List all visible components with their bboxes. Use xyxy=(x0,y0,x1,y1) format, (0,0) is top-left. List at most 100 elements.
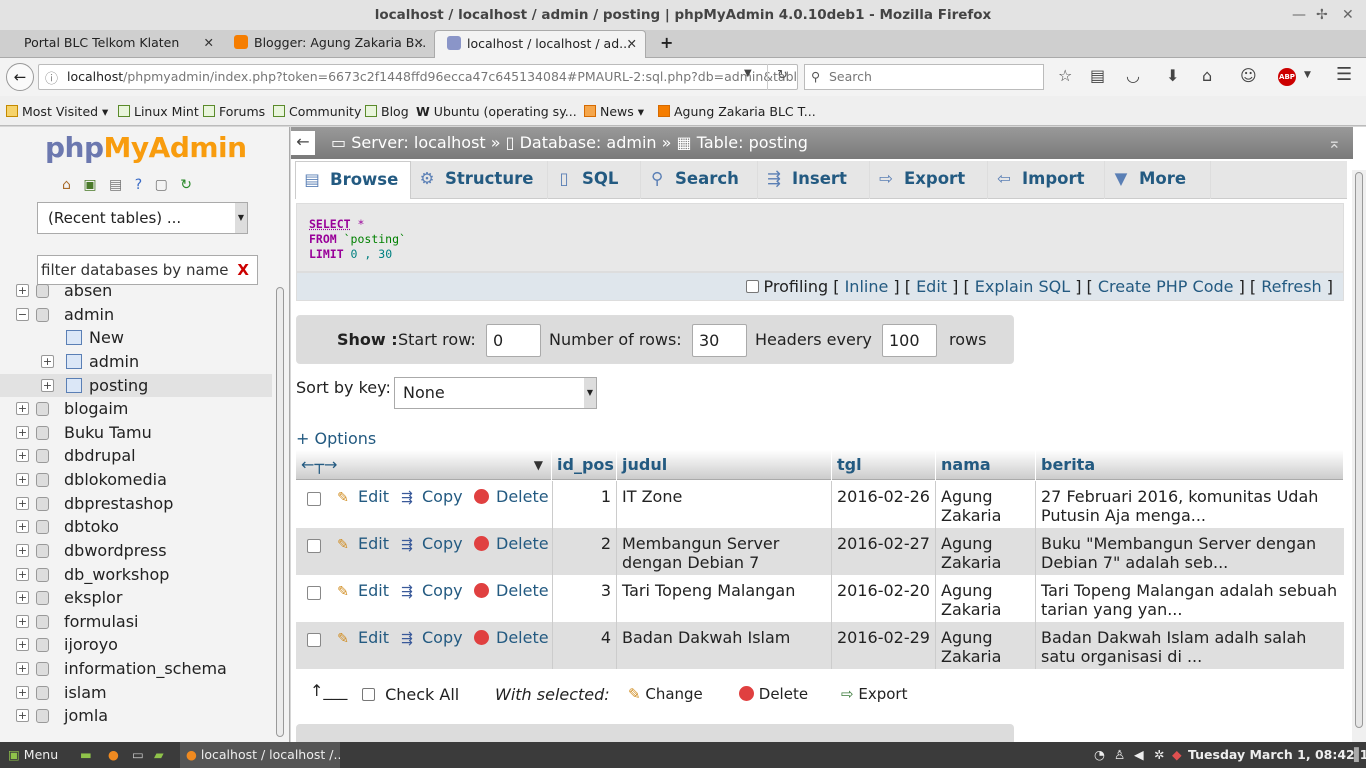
tree-database-dbdrupal[interactable]: + dbdrupal xyxy=(0,444,272,467)
expand-icon[interactable]: + xyxy=(16,497,29,510)
cell-nama[interactable]: Agung Zakaria xyxy=(936,575,1036,622)
column-header-berita[interactable]: berita xyxy=(1036,450,1344,480)
tree-database-dbtoko[interactable]: + dbtoko xyxy=(0,515,272,538)
user-icon[interactable]: ♙ xyxy=(1114,742,1125,768)
check-all-control[interactable]: Check All xyxy=(362,685,459,704)
tree-database-dbwordpress[interactable]: + dbwordpress xyxy=(0,539,272,562)
sidebar-scrollbar[interactable] xyxy=(274,287,286,742)
phpmyadmin-logo[interactable]: phpMyAdmin xyxy=(45,131,247,164)
maximize-icon[interactable]: ✢ xyxy=(1316,0,1328,30)
change-button[interactable]: ✎ Change xyxy=(628,685,703,703)
tab-more[interactable]: ▼ More xyxy=(1105,161,1211,199)
row-delete-link[interactable]: Delete xyxy=(472,487,549,508)
clock[interactable]: Tuesday March 1, 08:42:18 xyxy=(1188,742,1366,768)
home-icon[interactable]: ⌂ xyxy=(62,177,71,193)
tree-database-jomla[interactable]: + jomla xyxy=(0,704,272,727)
row-copy-link[interactable]: ⇶ Copy xyxy=(398,487,462,508)
tab-insert[interactable]: ⇶ Insert xyxy=(758,161,870,199)
tree-database-dblokomedia[interactable]: + dblokomedia xyxy=(0,468,272,491)
tree-table-admin[interactable]: + admin xyxy=(0,350,272,373)
reload-button[interactable]: ↻ xyxy=(767,64,797,90)
cell-id-pos[interactable]: 3 xyxy=(552,575,617,622)
row-edit-link[interactable]: ✎ Edit xyxy=(334,487,389,508)
cell-berita[interactable]: Tari Topeng Malangan adalah sebuah taria… xyxy=(1036,575,1344,622)
show-desktop-icon[interactable]: ▬ xyxy=(80,742,92,768)
row-checkbox[interactable] xyxy=(307,633,321,647)
bookmark-agung-zakaria[interactable]: Agung Zakaria BLC T... xyxy=(658,104,816,119)
expand-icon[interactable]: + xyxy=(16,638,29,651)
cell-tgl[interactable]: 2016-02-26 xyxy=(832,481,936,528)
expand-icon[interactable]: + xyxy=(16,449,29,462)
cell-id-pos[interactable]: 2 xyxy=(552,528,617,575)
cell-berita[interactable]: 27 Februari 2016, komunitas Udah Putusin… xyxy=(1036,481,1344,528)
start-menu-button[interactable]: ▣ Menu xyxy=(8,742,58,768)
tree-database-buku-tamu[interactable]: + Buku Tamu xyxy=(0,421,272,444)
row-edit-link[interactable]: ✎ Edit xyxy=(334,534,389,555)
cell-tgl[interactable]: 2016-02-29 xyxy=(832,622,936,669)
expand-icon[interactable]: + xyxy=(16,662,29,675)
minimize-icon[interactable]: — xyxy=(1292,0,1306,30)
tab-search[interactable]: ⚲ Search xyxy=(641,161,758,199)
expand-icon[interactable]: + xyxy=(16,615,29,628)
docs-icon[interactable]: ? xyxy=(135,177,142,193)
mysql-docs-icon[interactable]: ▢ xyxy=(155,177,168,193)
download-icon[interactable]: ⬇ xyxy=(1166,66,1179,85)
tree-database-eksplor[interactable]: + eksplor xyxy=(0,586,272,609)
expand-icon[interactable]: + xyxy=(16,402,29,415)
breadcrumb-server[interactable]: Server: localhost xyxy=(351,133,485,152)
tab-export[interactable]: ⇨ Export xyxy=(870,161,988,199)
adblock-menu-icon[interactable]: ▼ xyxy=(1304,70,1311,80)
column-arrows-icon[interactable]: ←┬→ xyxy=(301,455,337,474)
tab-structure[interactable]: ⚙ Structure xyxy=(411,161,548,199)
network-icon[interactable]: ◔ xyxy=(1094,742,1105,768)
taskbar-window-firefox[interactable]: ● localhost / localhost /... xyxy=(180,742,340,768)
edit-query-link[interactable]: Edit xyxy=(916,277,947,296)
row-edit-link[interactable]: ✎ Edit xyxy=(334,628,389,649)
sql-query-box[interactable]: SELECT * FROM `posting` LIMIT 0 , 30 xyxy=(296,203,1344,272)
cell-judul[interactable]: Membangun Server dengan Debian 7 xyxy=(617,528,832,575)
start-row-input[interactable]: 0 xyxy=(486,324,541,357)
close-window-icon[interactable]: ✕ xyxy=(1342,0,1354,30)
tree-database-db_workshop[interactable]: + db_workshop xyxy=(0,563,272,586)
bookmark-star-icon[interactable]: ☆ xyxy=(1058,66,1072,85)
expand-icon[interactable]: + xyxy=(16,284,29,297)
cell-nama[interactable]: Agung Zakaria xyxy=(936,528,1036,575)
url-bar[interactable]: localhost/phpmyadmin/index.php?token=667… xyxy=(38,64,798,90)
cell-berita[interactable]: Buku "Membangun Server dengan Debian 7" … xyxy=(1036,528,1344,575)
logout-icon[interactable]: ▣ xyxy=(83,177,96,193)
num-rows-input[interactable]: 30 xyxy=(692,324,747,357)
expand-icon[interactable]: + xyxy=(16,591,29,604)
expand-icon[interactable]: + xyxy=(16,544,29,557)
update-shield-icon[interactable]: ◆ xyxy=(1172,742,1182,768)
column-header-judul[interactable]: judul xyxy=(617,450,832,480)
cell-judul[interactable]: Tari Topeng Malangan xyxy=(617,575,832,622)
column-header-id-pos[interactable]: id_pos xyxy=(552,450,617,480)
cell-nama[interactable]: Agung Zakaria xyxy=(936,622,1036,669)
expand-icon[interactable]: + xyxy=(16,473,29,486)
row-copy-link[interactable]: ⇶ Copy xyxy=(398,534,462,555)
bulk-delete-button[interactable]: Delete xyxy=(739,685,808,703)
expand-icon[interactable]: + xyxy=(16,426,29,439)
collapse-nav-button[interactable]: ← xyxy=(291,131,315,155)
expand-icon[interactable]: + xyxy=(16,709,29,722)
cell-id-pos[interactable]: 1 xyxy=(552,481,617,528)
row-checkbox[interactable] xyxy=(307,539,321,553)
cell-nama[interactable]: Agung Zakaria xyxy=(936,481,1036,528)
column-header-tgl[interactable]: tgl xyxy=(832,450,936,480)
tab-portal-blc[interactable]: Portal BLC Telkom Klaten ✕ xyxy=(12,30,222,58)
row-delete-link[interactable]: Delete xyxy=(472,534,549,555)
reading-list-icon[interactable]: ▤ xyxy=(1090,66,1105,85)
row-checkbox[interactable] xyxy=(307,586,321,600)
cell-berita[interactable]: Badan Dakwah Islam adalh salah satu orga… xyxy=(1036,622,1344,669)
bulk-export-button[interactable]: ⇨ Export xyxy=(841,685,907,703)
tab-phpmyadmin[interactable]: localhost / localhost / ad... ✕ xyxy=(434,30,646,59)
bookmark-forums[interactable]: Forums xyxy=(203,104,265,119)
cell-id-pos[interactable]: 4 xyxy=(552,622,617,669)
expand-icon[interactable]: + xyxy=(16,568,29,581)
cell-judul[interactable]: Badan Dakwah Islam xyxy=(617,622,832,669)
create-php-code-link[interactable]: Create PHP Code xyxy=(1098,277,1234,296)
url-dropdown-icon[interactable]: ▼ xyxy=(744,68,752,79)
tab-import[interactable]: ⇦ Import xyxy=(988,161,1105,199)
chat-icon[interactable]: ☺ xyxy=(1240,66,1257,85)
tree-item-new[interactable]: New xyxy=(0,326,272,349)
